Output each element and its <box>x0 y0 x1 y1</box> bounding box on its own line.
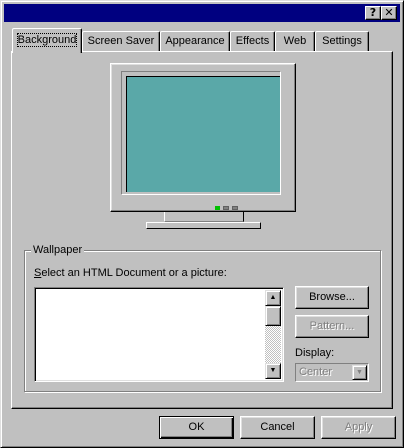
tab-screen-saver[interactable]: Screen Saver <box>82 31 160 51</box>
title-bar[interactable]: ? ✕ <box>4 4 400 22</box>
cancel-button[interactable]: Cancel <box>240 416 315 439</box>
help-button[interactable]: ? <box>365 6 381 20</box>
apply-button[interactable]: Apply <box>321 416 396 439</box>
tab-settings-label: Settings <box>322 35 362 47</box>
tab-web-label: Web <box>283 35 307 47</box>
tab-background[interactable]: Background <box>12 28 82 53</box>
display-properties-window: ? ✕ Background Screen Saver Appearance E… <box>0 0 404 448</box>
tab-effects[interactable]: Effects <box>230 31 275 51</box>
tab-settings[interactable]: Settings <box>315 31 369 51</box>
tab-screen-saver-label: Screen Saver <box>87 35 155 47</box>
tab-background-label: Background <box>16 33 78 47</box>
apply-button-label: Apply <box>344 421 373 433</box>
close-button[interactable]: ✕ <box>381 6 397 20</box>
tab-appearance-label: Appearance <box>165 35 225 47</box>
ok-button[interactable]: OK <box>159 416 234 439</box>
ok-button-label: OK <box>188 421 205 433</box>
tab-web[interactable]: Web <box>275 31 315 51</box>
cancel-button-label: Cancel <box>260 421 295 433</box>
tab-effects-label: Effects <box>235 35 270 47</box>
tab-panel <box>11 51 393 409</box>
tab-appearance[interactable]: Appearance <box>160 31 230 51</box>
